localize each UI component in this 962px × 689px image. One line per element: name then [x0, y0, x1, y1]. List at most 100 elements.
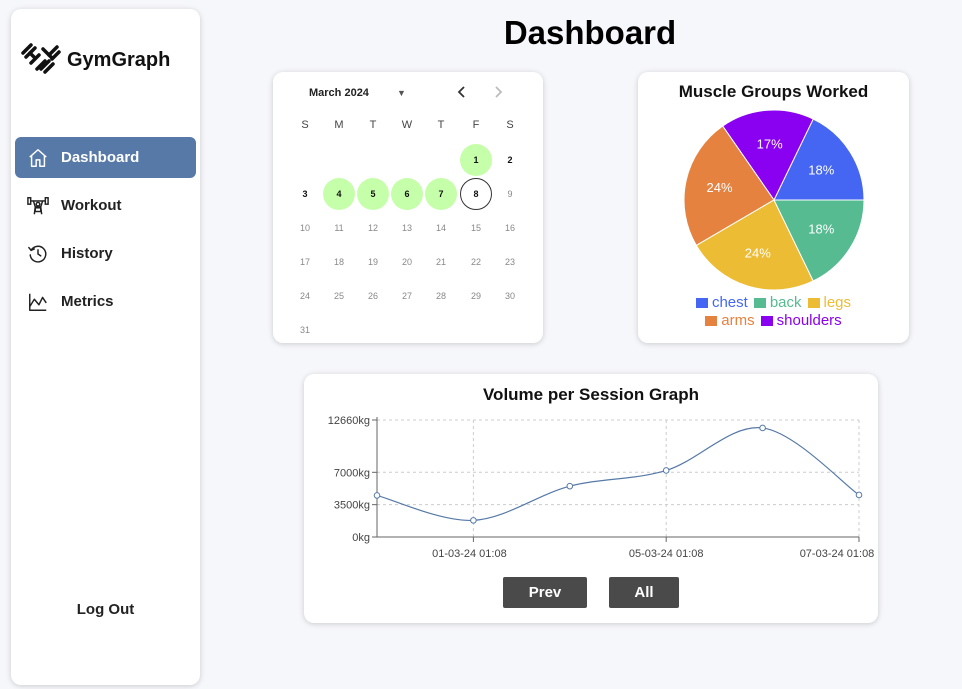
calendar-day[interactable]: 17	[289, 246, 321, 278]
calendar-day[interactable]: 24	[289, 280, 321, 312]
calendar-day[interactable]: 15	[460, 212, 492, 244]
calendar-day[interactable]: 14	[425, 212, 457, 244]
calendar-card: March 2024 ▼ SMTWTFS 1 2 3 4 5 6 7 8 9 10 11 12 13 14…	[273, 72, 543, 343]
legend-item-legs[interactable]: legs	[807, 294, 851, 311]
calendar-day[interactable]: 13	[391, 212, 423, 244]
calendar-day[interactable]: 30	[494, 280, 526, 312]
legend-item-back[interactable]: back	[753, 294, 802, 311]
history-icon	[28, 245, 47, 263]
x-tick-label: 07-03-24 01:08	[800, 548, 875, 560]
legend-item-shoulders[interactable]: shoulders	[760, 312, 842, 329]
weekday-label: M	[334, 119, 344, 131]
legend-label: chest	[711, 294, 748, 311]
calendar-day[interactable]: 29	[460, 280, 492, 312]
pie-slice-label: 18%	[808, 162, 834, 177]
calendar-month-label: March 2024	[309, 87, 369, 99]
prev-month-button[interactable]	[456, 85, 468, 104]
weekday-label: F	[472, 119, 480, 131]
sidebar-item-history[interactable]: History	[15, 233, 196, 274]
x-tick-label: 01-03-24 01:08	[432, 548, 507, 560]
y-tick-label: 0kg	[352, 532, 370, 544]
pie-slice-label: 24%	[745, 245, 771, 260]
pie-slice-label: 18%	[808, 222, 834, 237]
calendar-day[interactable]: 19	[357, 246, 389, 278]
calendar-day[interactable]: 6	[391, 178, 423, 210]
legend-label: shoulders	[776, 312, 842, 329]
calendar-day[interactable]: 5	[357, 178, 389, 210]
calendar-day[interactable]: 12	[357, 212, 389, 244]
calendar-day[interactable]: 10	[289, 212, 321, 244]
pie-legend-row-2: arms shoulders	[638, 312, 909, 330]
dumbbell-logo-icon	[19, 41, 61, 80]
sidebar-item-metrics[interactable]: Metrics	[15, 281, 196, 322]
calendar-day[interactable]: 26	[357, 280, 389, 312]
calendar-day[interactable]: 11	[323, 212, 355, 244]
caret-down-icon: ▼	[396, 88, 406, 98]
muscle-groups-card: Muscle Groups Worked 18% 17% 24% 24% 18% che…	[638, 72, 909, 343]
calendar-day[interactable]: 1	[460, 144, 492, 176]
legend-swatch	[760, 315, 773, 326]
chevron-right-icon	[495, 86, 503, 98]
page-title: Dashboard	[503, 14, 677, 51]
data-point	[855, 491, 863, 499]
brand-name: GymGraph	[67, 49, 171, 71]
calendar-day[interactable]: 16	[494, 212, 526, 244]
calendar-day[interactable]: 23	[494, 246, 526, 278]
calendar-day[interactable]: 2	[494, 144, 526, 176]
data-point	[662, 467, 670, 474]
x-tick-label: 05-03-24 01:08	[629, 548, 704, 560]
calendar-day[interactable]: 9	[494, 178, 526, 210]
chevron-left-icon	[457, 86, 465, 98]
legend-swatch	[705, 315, 718, 326]
calendar-day[interactable]: 4	[323, 178, 355, 210]
calendar-day[interactable]: 27	[391, 280, 423, 312]
sidebar-item-label: History	[61, 245, 113, 262]
weekday-label: S	[301, 119, 309, 131]
legend-swatch	[695, 297, 708, 308]
calendar-day[interactable]: 7	[425, 178, 457, 210]
calendar-day[interactable]: 21	[425, 246, 457, 278]
calendar-day[interactable]: 20	[391, 246, 423, 278]
weightlifter-icon	[27, 196, 49, 214]
pie-slice-label: 24%	[707, 180, 733, 195]
y-tick-label: 7000kg	[334, 467, 370, 479]
sidebar: GymGraph Dashboard Workout History Metri…	[11, 9, 200, 685]
volume-line-chart: 0kg 3500kg 7000kg 12660kg 01-03-24 01:08 05-0…	[328, 415, 875, 560]
legend-item-chest[interactable]: chest	[695, 294, 748, 311]
y-tick-label: 3500kg	[334, 500, 370, 512]
month-selector[interactable]: March 2024 ▼	[309, 87, 406, 99]
sidebar-item-workout[interactable]: Workout	[15, 185, 196, 226]
data-point	[759, 424, 766, 432]
next-month-button[interactable]	[492, 85, 504, 104]
all-button[interactable]: All	[609, 577, 679, 608]
legend-swatch	[753, 297, 766, 308]
data-point	[373, 492, 381, 499]
pie-slice-label: 17%	[757, 136, 783, 151]
weekday-label: T	[369, 119, 377, 131]
logout-button[interactable]: Log Out	[11, 601, 200, 618]
sidebar-item-label: Workout	[61, 197, 122, 214]
prev-button[interactable]: Prev	[503, 577, 587, 608]
weekday-label: T	[437, 119, 445, 131]
home-icon	[29, 148, 47, 167]
data-point	[470, 517, 477, 524]
calendar-day[interactable]: 25	[323, 280, 355, 312]
calendar-day[interactable]: 28	[425, 280, 457, 312]
calendar-day[interactable]: 31	[289, 314, 321, 346]
volume-series-line	[376, 427, 860, 521]
calendar-day[interactable]: 8	[460, 178, 492, 210]
sidebar-item-label: Dashboard	[61, 149, 140, 166]
calendar-day[interactable]: 22	[460, 246, 492, 278]
volume-graph-card: Volume per Session Graph 0kg 3500kg 7000kg…	[304, 374, 878, 623]
legend-item-arms[interactable]: arms	[705, 312, 755, 329]
sidebar-item-label: Metrics	[61, 293, 114, 310]
calendar-day[interactable]: 18	[323, 246, 355, 278]
brand[interactable]: GymGraph	[19, 41, 170, 80]
sidebar-item-dashboard[interactable]: Dashboard	[15, 137, 196, 178]
sidebar-nav: Dashboard Workout History Metrics	[15, 137, 196, 329]
chart-icon	[29, 293, 47, 311]
calendar-day[interactable]: 3	[289, 178, 321, 210]
legend-label: arms	[721, 312, 755, 329]
y-tick-label: 12660kg	[328, 415, 370, 427]
weekday-label: W	[401, 119, 413, 131]
